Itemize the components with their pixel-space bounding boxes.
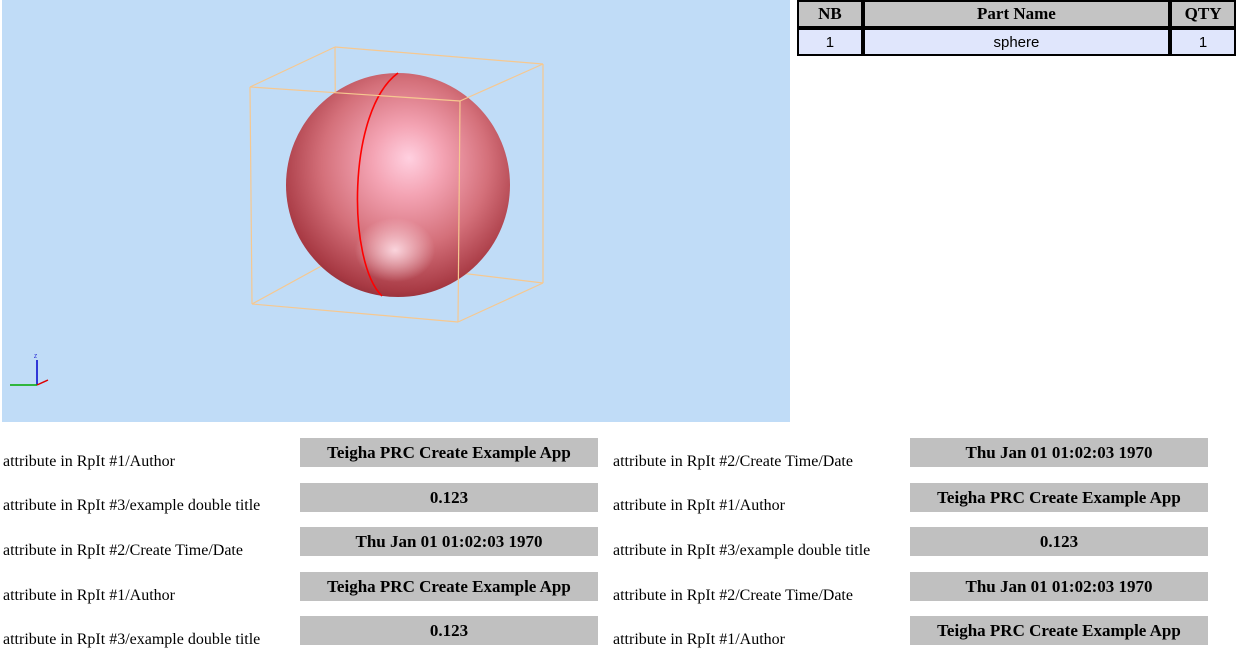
bom-table: NB Part Name QTY 1 sphere 1: [797, 0, 1236, 56]
bom-cell-nb[interactable]: 1: [797, 28, 863, 56]
attribute-value: Thu Jan 01 01:02:03 1970: [910, 438, 1208, 467]
attribute-label: attribute in RpIt #1/Author: [3, 453, 175, 470]
attribute-label: attribute in RpIt #3/example double titl…: [3, 497, 261, 514]
bom-header-row: NB Part Name QTY: [797, 0, 1236, 28]
attribute-value: Teigha PRC Create Example App: [300, 572, 598, 601]
bom-header-part-name[interactable]: Part Name: [862, 0, 1171, 28]
attribute-label: attribute in RpIt #1/Author: [613, 631, 785, 648]
sphere-part[interactable]: [286, 72, 510, 297]
3d-scene[interactable]: Z: [2, 0, 790, 422]
attribute-label: attribute in RpIt #1/Author: [613, 497, 785, 514]
attribute-label: attribute in RpIt #3/example double titl…: [613, 542, 871, 559]
attribute-value: 0.123: [910, 527, 1208, 556]
attribute-label: attribute in RpIt #2/Create Time/Date: [613, 453, 853, 470]
attribute-label: attribute in RpIt #2/Create Time/Date: [3, 542, 243, 559]
attribute-value: 0.123: [300, 483, 598, 512]
attribute-value: Teigha PRC Create Example App: [300, 438, 598, 467]
table-row[interactable]: 1 sphere 1: [797, 28, 1236, 56]
bom-header-qty[interactable]: QTY: [1170, 0, 1236, 28]
attribute-label: attribute in RpIt #1/Author: [3, 587, 175, 604]
attribute-label: attribute in RpIt #3/example double titl…: [3, 631, 261, 648]
axis-z-label: Z: [34, 354, 37, 360]
attribute-value: Teigha PRC Create Example App: [910, 483, 1208, 512]
bom-header-nb[interactable]: NB: [797, 0, 863, 28]
attribute-value: Thu Jan 01 01:02:03 1970: [300, 527, 598, 556]
bom-cell-qty[interactable]: 1: [1170, 28, 1236, 56]
3d-viewport[interactable]: Z: [2, 0, 790, 422]
attribute-value: Thu Jan 01 01:02:03 1970: [910, 572, 1208, 601]
axis-triad: Z: [10, 354, 49, 386]
attribute-label: attribute in RpIt #2/Create Time/Date: [613, 587, 853, 604]
bom-cell-part-name[interactable]: sphere: [862, 28, 1171, 56]
attribute-value: Teigha PRC Create Example App: [910, 616, 1208, 645]
attribute-value: 0.123: [300, 616, 598, 645]
